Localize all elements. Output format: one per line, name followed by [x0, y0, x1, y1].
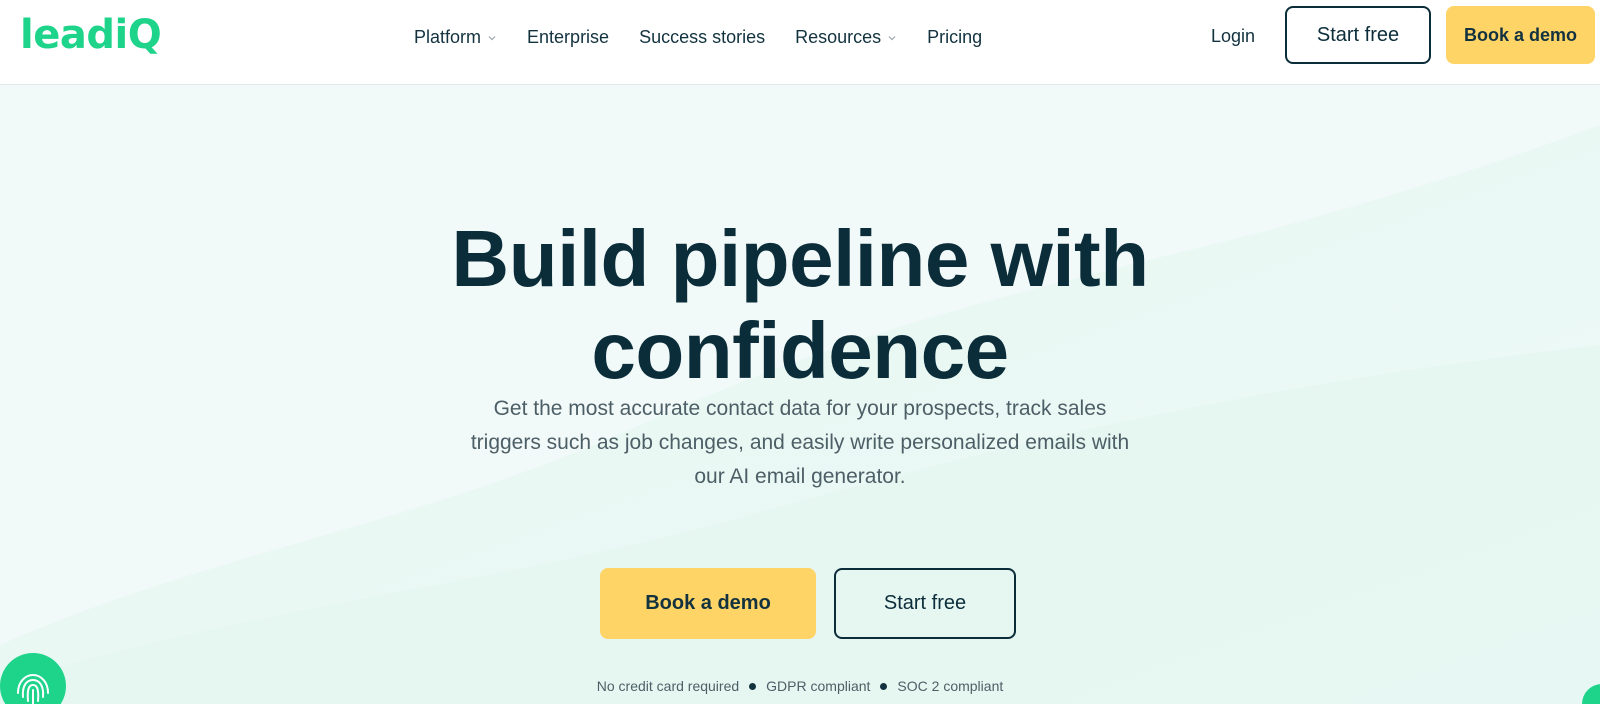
login-link[interactable]: Login	[1211, 26, 1255, 47]
nav-success-stories-label: Success stories	[639, 27, 766, 47]
chevron-down-icon	[888, 35, 896, 40]
nav-platform[interactable]: Platform	[414, 27, 497, 48]
trust-badges: No credit card required GDPR compliant S…	[500, 678, 1100, 694]
bullet-dot	[749, 682, 757, 690]
header-actions: Login Start free Book a demo	[1180, 0, 1600, 75]
headline-line-2: confidence	[591, 306, 1009, 395]
nav-enterprise[interactable]: Enterprise	[527, 27, 609, 48]
nav-resources[interactable]: Resources	[795, 27, 897, 48]
bullet-dot	[880, 682, 888, 690]
site-header: leadi Q Platform Enterprise Success stori…	[0, 0, 1600, 85]
fingerprint-icon[interactable]	[0, 653, 66, 704]
book-demo-button-header[interactable]: Book a demo	[1446, 6, 1595, 64]
hero-section: Build pipeline with confidence Get the m…	[0, 85, 1600, 704]
badge-soc2: SOC 2 compliant	[897, 678, 1004, 694]
nav-resources-label: Resources	[795, 27, 882, 47]
headline-line-1: Build pipeline with	[451, 214, 1149, 303]
fingerprint-glyph	[17, 673, 49, 704]
main-nav: Platform Enterprise Success stories Reso…	[414, 0, 982, 75]
nav-success-stories[interactable]: Success stories	[639, 27, 765, 48]
nav-enterprise-label: Enterprise	[527, 27, 610, 47]
nav-pricing[interactable]: Pricing	[927, 27, 982, 48]
badge-no-credit-card: No credit card required	[596, 678, 740, 694]
leadiq-logo[interactable]: leadi Q	[20, 12, 162, 58]
hero-subtext: Get the most accurate contact data for y…	[470, 397, 1130, 488]
logo-q: Q	[127, 12, 162, 58]
book-demo-button[interactable]: Book a demo	[600, 568, 816, 639]
start-free-button[interactable]: Start free	[834, 568, 1016, 639]
nav-platform-label: Platform	[414, 27, 482, 47]
hero-headline: Build pipeline with confidence	[400, 213, 1200, 397]
start-free-button-header[interactable]: Start free	[1285, 6, 1431, 64]
chevron-down-icon	[488, 35, 496, 40]
badge-gdpr: GDPR compliant	[766, 678, 871, 694]
logo-text: leadi	[20, 12, 128, 58]
nav-pricing-label: Pricing	[927, 27, 983, 47]
